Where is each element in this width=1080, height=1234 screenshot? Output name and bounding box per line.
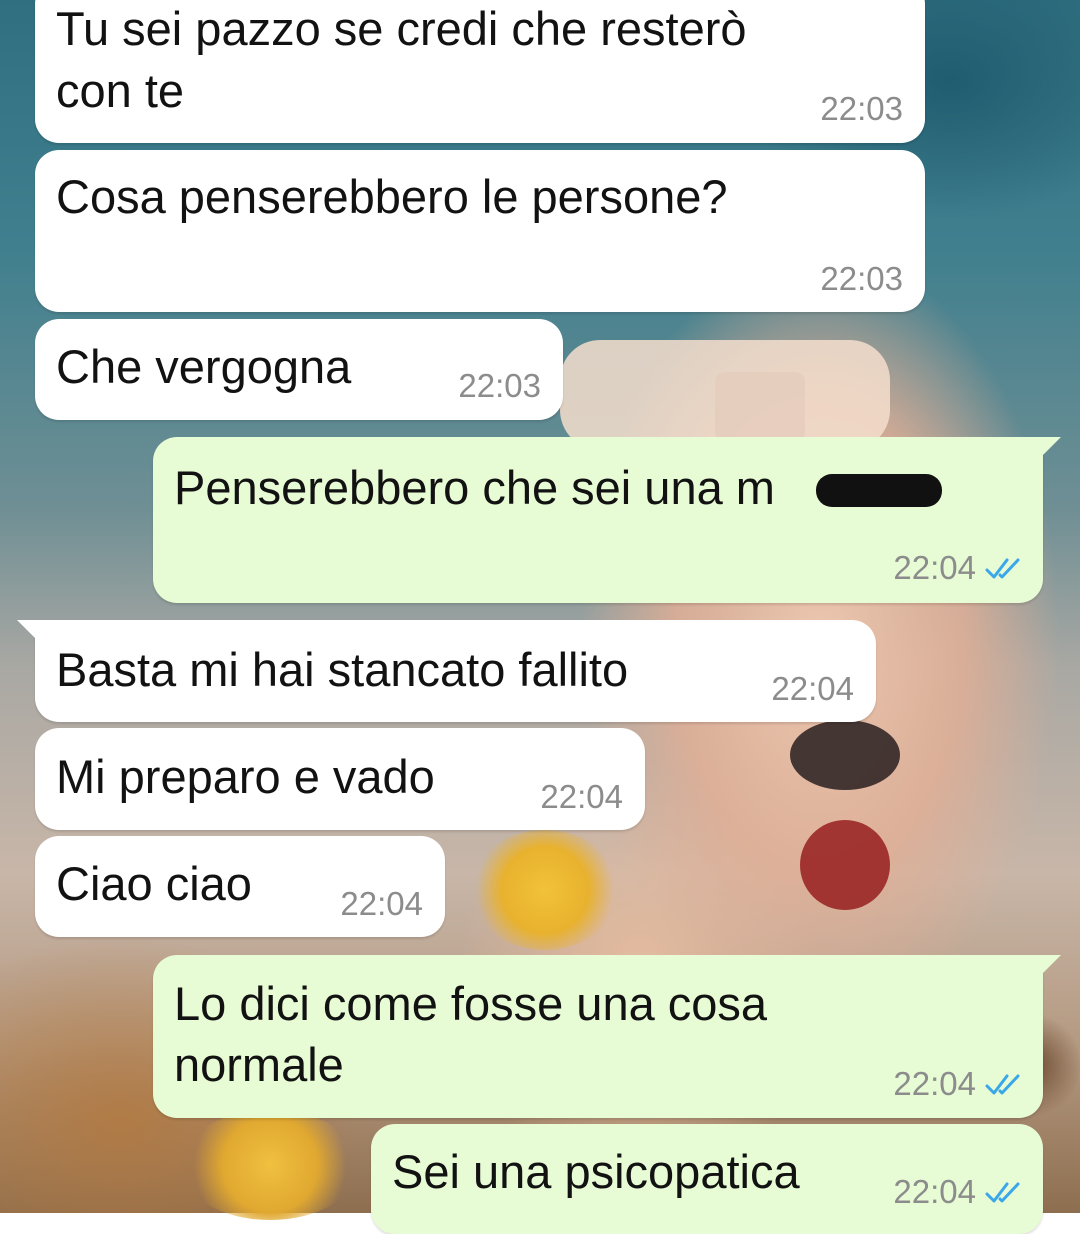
- incoming-message-bubble[interactable]: Mi preparo e vado 22:04: [35, 728, 645, 830]
- message-text-line: Lo dici come fosse una cosa: [174, 977, 768, 1030]
- outgoing-message-bubble[interactable]: Sei una psicopatica 22:04: [371, 1124, 1043, 1234]
- message-timestamp: 22:04: [771, 670, 854, 707]
- message-timestamp: 22:03: [820, 260, 903, 297]
- read-receipt-icon: [985, 1074, 1020, 1095]
- message-timestamp: 22:04: [540, 778, 623, 815]
- message-text-line: Cosa penserebbero le persone?: [56, 170, 728, 223]
- message-timestamp: 22:04: [893, 549, 976, 586]
- message-text-line: normale: [174, 1038, 344, 1091]
- message-timestamp: 22:04: [893, 1173, 976, 1210]
- message-timestamp: 22:03: [820, 90, 903, 127]
- outgoing-message-bubble[interactable]: Lo dici come fosse una cosa normale 22:0…: [153, 955, 1061, 1118]
- message-list[interactable]: Tu sei pazzo se credi che resterò con te…: [0, 0, 1080, 1234]
- message-text-line: Penserebbero che sei una m: [174, 461, 775, 514]
- message-text-line: Tu sei pazzo se credi che resterò: [56, 2, 747, 55]
- incoming-message-bubble[interactable]: Cosa penserebbero le persone? 22:03: [35, 150, 925, 312]
- message-text-line: con te: [56, 64, 185, 117]
- incoming-message-bubble[interactable]: Tu sei pazzo se credi che resterò con te…: [35, 0, 925, 143]
- message-text-line: Che vergogna: [56, 340, 352, 393]
- read-receipt-icon: [985, 1182, 1020, 1203]
- outgoing-message-bubble[interactable]: Penserebbero che sei una m 22:04: [153, 437, 1061, 603]
- incoming-message-bubble[interactable]: Ciao ciao 22:04: [35, 836, 445, 937]
- message-text-line: Mi preparo e vado: [56, 750, 435, 803]
- message-text-line: Sei una psicopatica: [392, 1145, 800, 1198]
- message-text-line: Ciao ciao: [56, 857, 252, 910]
- redaction-mark: [816, 474, 942, 507]
- read-receipt-icon: [985, 558, 1020, 579]
- incoming-message-bubble[interactable]: Che vergogna 22:03: [35, 319, 563, 420]
- incoming-message-bubble[interactable]: Basta mi hai stancato fallito 22:04: [17, 620, 876, 722]
- message-timestamp: 22:03: [458, 367, 541, 404]
- message-timestamp: 22:04: [340, 885, 423, 922]
- message-text-line: Basta mi hai stancato fallito: [56, 643, 629, 696]
- message-timestamp: 22:04: [893, 1065, 976, 1102]
